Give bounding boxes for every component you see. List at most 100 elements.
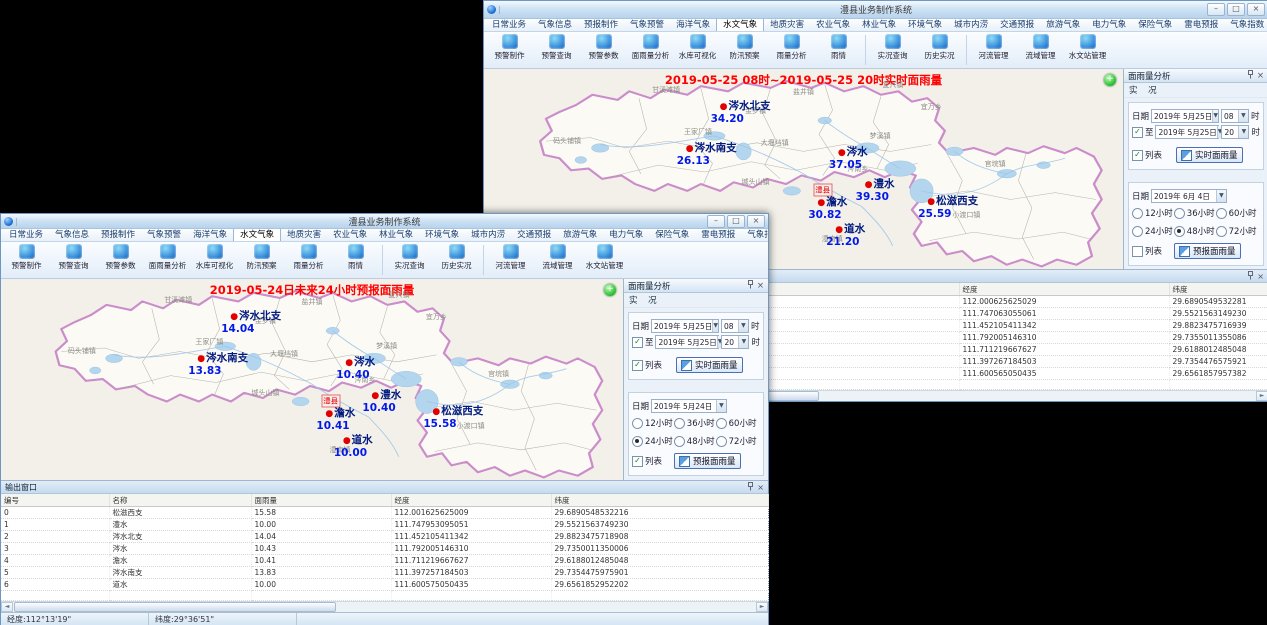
menu-tab-13[interactable]: 旅游气象: [557, 229, 603, 241]
menu-tab-11[interactable]: 城市内涝: [948, 19, 994, 31]
radio-button[interactable]: [674, 436, 685, 447]
column-header-经度[interactable]: 经度: [391, 494, 551, 507]
toolbar-button-流域管理[interactable]: 流域管理: [534, 243, 581, 271]
pin-icon[interactable]: [747, 482, 754, 493]
title-bar[interactable]: | 澧县业务制作系统 – □ ×: [484, 1, 1267, 19]
end-date-combo[interactable]: 2019年 5月25日▼: [1155, 125, 1219, 139]
toolbar-button-水文站管理[interactable]: 水文站管理: [581, 243, 628, 271]
radio-button[interactable]: [1174, 226, 1185, 237]
radio-60小时[interactable]: 60小时: [716, 417, 760, 429]
scroll-right-arrow-icon[interactable]: ►: [1256, 391, 1267, 401]
radio-36小时[interactable]: 36小时: [1174, 207, 1215, 219]
panel-close-icon[interactable]: ×: [1257, 71, 1264, 81]
panel-title-bar[interactable]: 面雨量分析×: [624, 279, 768, 293]
to-checkbox[interactable]: ✓: [632, 337, 643, 348]
minimize-button[interactable]: –: [1207, 3, 1225, 16]
menu-tab-7[interactable]: 地质灾害: [764, 19, 810, 31]
toolbar-button-雨量分析[interactable]: 雨量分析: [285, 243, 332, 271]
realtime-rain-button[interactable]: 实时面雨量: [676, 357, 743, 373]
radio-12小时[interactable]: 12小时: [1132, 207, 1173, 219]
column-header-经度[interactable]: 经度: [959, 283, 1169, 296]
panel-title-bar[interactable]: 面雨量分析×: [1124, 69, 1267, 83]
menu-tab-10[interactable]: 环境气象: [419, 229, 465, 241]
panel-close-icon[interactable]: ×: [757, 281, 764, 291]
pin-icon[interactable]: [1247, 271, 1254, 282]
radio-button[interactable]: [632, 418, 643, 429]
output-dock-title-bar[interactable]: 输出窗口×: [1, 481, 768, 494]
menu-tab-2[interactable]: 气象信息: [49, 229, 95, 241]
forecast-date-combo[interactable]: 2019年 5月24日▼: [651, 399, 727, 413]
end-hour-combo[interactable]: 20▼: [1221, 125, 1249, 139]
map-canvas[interactable]: 2019-05-24日未来24小时预报面雨量+甘溪滩镇码头铺镇王家厂镇金罗镇盐井…: [1, 279, 623, 480]
radio-48小时[interactable]: 48小时: [1174, 225, 1215, 237]
radio-button[interactable]: [716, 418, 727, 429]
toolbar-button-水库可视化[interactable]: 水库可视化: [674, 33, 721, 61]
column-header-面雨量[interactable]: 面雨量: [251, 494, 391, 507]
menu-tab-12[interactable]: 交通预报: [994, 19, 1040, 31]
column-header-编号[interactable]: 编号: [1, 494, 109, 507]
scroll-right-arrow-icon[interactable]: ►: [756, 602, 768, 612]
radio-button[interactable]: [632, 436, 643, 447]
menu-tab-14[interactable]: 电力气象: [1086, 19, 1132, 31]
toolbar-button-雨情[interactable]: 雨情: [332, 243, 379, 271]
table-row[interactable]: 1澧水10.00111.74795309505129.5521563749230: [1, 519, 768, 531]
start-date-combo[interactable]: 2019年 5月25日▼: [651, 319, 719, 333]
toolbar-button-防汛预案[interactable]: 防汛预案: [238, 243, 285, 271]
menu-tab-2[interactable]: 气象信息: [532, 19, 578, 31]
toolbar-button-实况查询[interactable]: 实况查询: [386, 243, 433, 271]
radio-button[interactable]: [674, 418, 685, 429]
menu-tab-10[interactable]: 环境气象: [902, 19, 948, 31]
dock-close-icon[interactable]: ×: [757, 483, 764, 492]
menu-tab-11[interactable]: 城市内涝: [465, 229, 511, 241]
restore-button[interactable]: □: [1227, 3, 1245, 16]
radio-48小时[interactable]: 48小时: [674, 435, 715, 447]
table-row[interactable]: 3涔水10.43111.79200514631029.7350011350006: [1, 543, 768, 555]
list-checkbox[interactable]: ✓: [632, 360, 643, 371]
table-row[interactable]: 6道水10.00111.60057505043529.6561852952202: [1, 579, 768, 591]
start-hour-combo[interactable]: 08▼: [721, 319, 749, 333]
table-row[interactable]: 2涔水北支14.04111.45210541134229.88234757189…: [1, 531, 768, 543]
forecast-rain-button[interactable]: 预报面雨量: [1174, 243, 1241, 259]
map-locate-button[interactable]: +: [1104, 74, 1116, 86]
toolbar-button-流域管理[interactable]: 流域管理: [1017, 33, 1064, 61]
end-date-combo[interactable]: 2019年 5月25日▼: [655, 335, 719, 349]
menu-tab-7[interactable]: 地质灾害: [281, 229, 327, 241]
toolbar-button-历史实况[interactable]: 历史实况: [433, 243, 480, 271]
radio-button[interactable]: [1132, 208, 1143, 219]
restore-button[interactable]: □: [727, 215, 745, 228]
menu-tab-16[interactable]: 雷电预报: [695, 229, 741, 241]
menu-tab-8[interactable]: 农业气象: [810, 19, 856, 31]
toolbar-button-预警制作[interactable]: 预警制作: [486, 33, 533, 61]
map-locate-button[interactable]: +: [604, 284, 616, 296]
radio-72小时[interactable]: 72小时: [716, 435, 760, 447]
radio-12小时[interactable]: 12小时: [632, 417, 673, 429]
list-checkbox[interactable]: [1132, 246, 1143, 257]
toolbar-button-水库可视化[interactable]: 水库可视化: [191, 243, 238, 271]
table-row[interactable]: 5涔水南支13.83111.39725718450329.73544759759…: [1, 567, 768, 579]
toolbar-button-防汛预案[interactable]: 防汛预案: [721, 33, 768, 61]
menu-tab-3[interactable]: 预报制作: [578, 19, 624, 31]
toolbar-button-雨量分析[interactable]: 雨量分析: [768, 33, 815, 61]
column-header-名称[interactable]: 名称: [109, 494, 251, 507]
pin-icon[interactable]: [747, 280, 754, 292]
radio-36小时[interactable]: 36小时: [674, 417, 715, 429]
column-header-纬度[interactable]: 纬度: [551, 494, 768, 507]
menu-tab-16[interactable]: 雷电预报: [1178, 19, 1224, 31]
minimize-button[interactable]: –: [707, 215, 725, 228]
menu-tab-5[interactable]: 海洋气象: [670, 19, 716, 31]
menu-tab-14[interactable]: 电力气象: [603, 229, 649, 241]
end-hour-combo[interactable]: 20▼: [721, 335, 749, 349]
radio-24小时[interactable]: 24小时: [632, 435, 673, 447]
start-hour-combo[interactable]: 08▼: [1221, 109, 1249, 123]
table-row[interactable]: 0松滋西支15.58112.00162562500929.68905485322…: [1, 507, 768, 519]
menu-tab-6[interactable]: 水文气象: [233, 229, 281, 241]
table-row[interactable]: 4澹水10.41111.71121966762729.6188012485048: [1, 555, 768, 567]
column-header-纬度[interactable]: 纬度: [1169, 283, 1267, 296]
title-bar[interactable]: | 澧县业务制作系统 – □ ×: [1, 214, 768, 229]
toolbar-button-预警制作[interactable]: 预警制作: [3, 243, 50, 271]
start-date-combo[interactable]: 2019年 5月25日▼: [1151, 109, 1219, 123]
menu-tab-1[interactable]: 日常业务: [486, 19, 532, 31]
menu-tab-3[interactable]: 预报制作: [95, 229, 141, 241]
menu-tab-9[interactable]: 林业气象: [373, 229, 419, 241]
close-button[interactable]: ×: [1247, 3, 1265, 16]
